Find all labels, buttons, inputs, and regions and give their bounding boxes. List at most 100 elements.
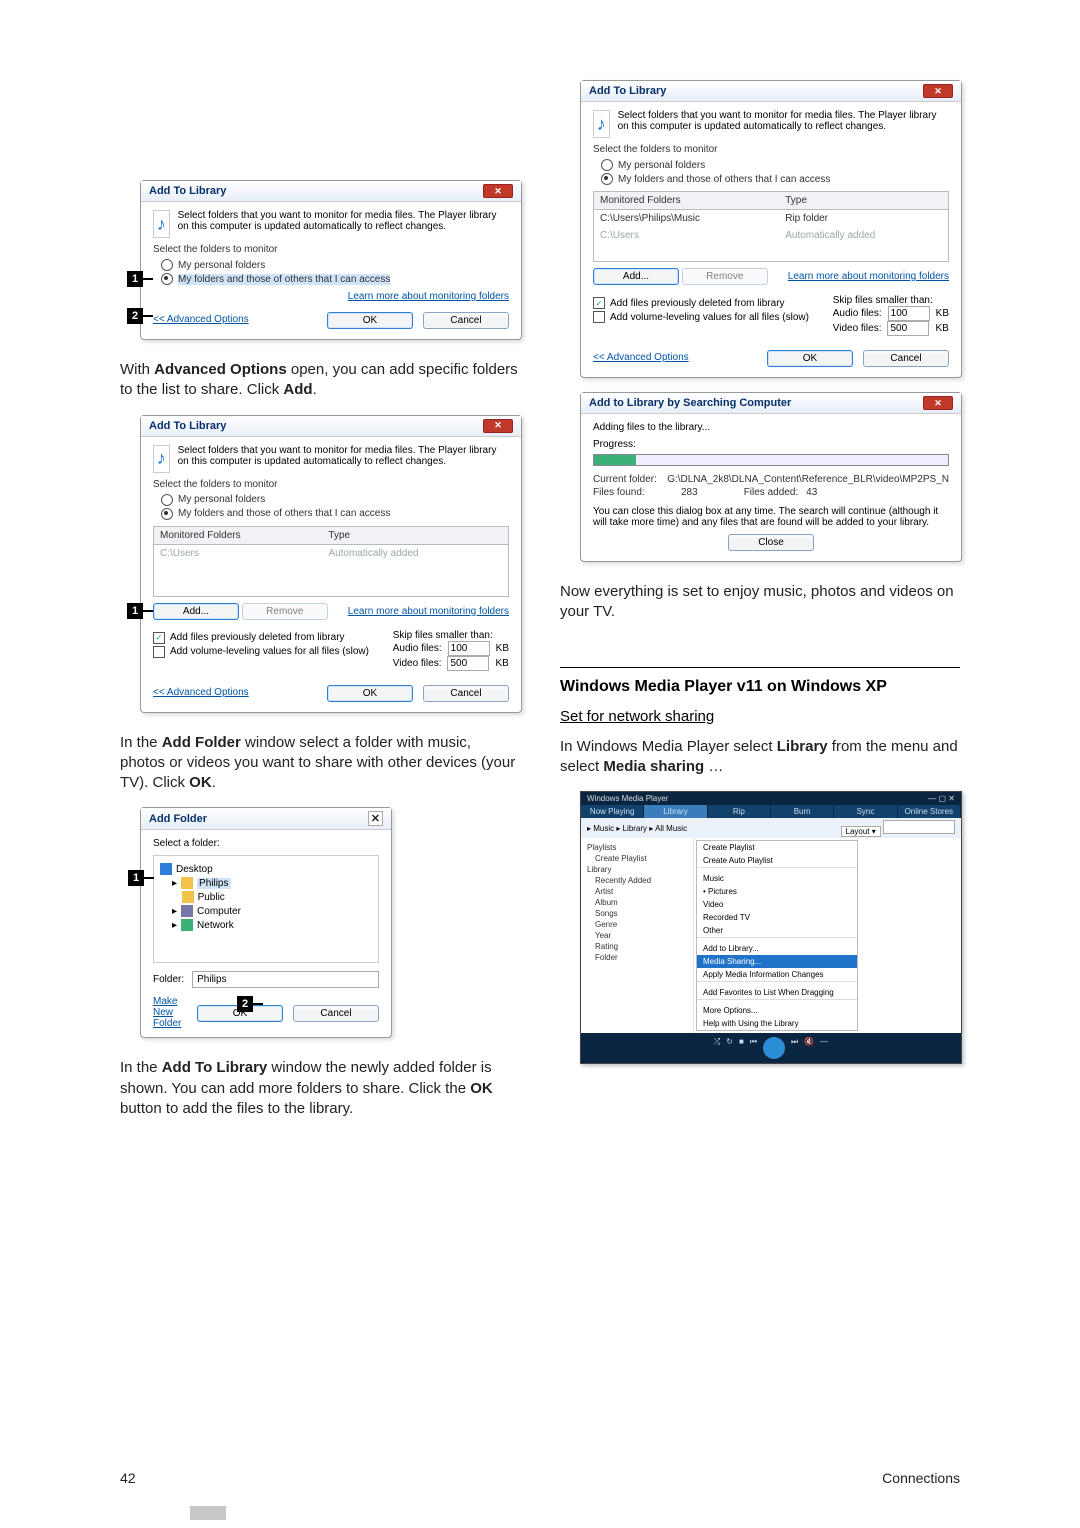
audio-threshold[interactable] — [888, 306, 930, 321]
cancel-button[interactable]: Cancel — [293, 1005, 379, 1022]
close-icon[interactable]: ✕ — [483, 184, 513, 198]
advanced-options-collapse[interactable]: << Advanced Options — [153, 687, 249, 698]
folder-input[interactable] — [192, 971, 379, 988]
files-found-value: 283 — [681, 487, 698, 498]
tab-burn[interactable]: Burn — [771, 805, 834, 818]
remove-button[interactable]: Remove — [242, 603, 328, 620]
checkbox-add-previous[interactable]: Add files previously deleted from librar… — [153, 632, 369, 644]
ok-button[interactable]: OK — [327, 685, 413, 702]
menu-pictures[interactable]: • Pictures — [697, 885, 857, 898]
tab-library[interactable]: Library — [644, 805, 707, 818]
wmp-playback-bar: ⤮ ↻ ■ ⏮ ⏭ 🔇 — — [581, 1033, 961, 1063]
radio-others[interactable]: My folders and those of others that I ca… — [601, 173, 949, 185]
add-button[interactable]: Add... — [593, 268, 679, 285]
video-threshold[interactable] — [887, 321, 929, 336]
menu-create-auto-playlist[interactable]: Create Auto Playlist — [697, 854, 857, 867]
radio-personal[interactable]: My personal folders — [161, 259, 509, 271]
make-new-folder-link[interactable]: Make New Folder — [153, 996, 197, 1029]
stop-icon[interactable]: ■ — [739, 1037, 744, 1059]
side-folder[interactable]: Folder — [595, 952, 687, 963]
dialog-add-folder: Add Folder ✕ Select a folder: 1 Desktop … — [140, 807, 392, 1038]
menu-add-to-library[interactable]: Add to Library... — [697, 942, 857, 955]
section-heading-wmp: Windows Media Player v11 on Windows XP — [560, 667, 960, 696]
volume-icon[interactable]: — — [820, 1037, 828, 1059]
tree-computer[interactable]: ▸ Computer — [172, 904, 372, 918]
side-genre[interactable]: Genre — [595, 919, 687, 930]
radio-personal[interactable]: My personal folders — [601, 159, 949, 171]
side-recent[interactable]: Recently Added — [595, 875, 687, 886]
tree-public[interactable]: Public — [172, 890, 372, 904]
close-icon[interactable]: ✕ — [368, 811, 383, 826]
advanced-options-expand[interactable]: << Advanced Options — [153, 314, 249, 325]
side-album[interactable]: Album — [595, 897, 687, 908]
radio-personal[interactable]: My personal folders — [161, 494, 509, 506]
dialog-intro-text: Select folders that you want to monitor … — [178, 210, 509, 238]
tab-sync[interactable]: Sync — [834, 805, 897, 818]
tree-philips[interactable]: ▸ Philips — [172, 876, 372, 890]
mute-icon[interactable]: 🔇 — [804, 1037, 814, 1059]
cancel-button[interactable]: Cancel — [423, 312, 509, 329]
side-library[interactable]: Library — [587, 864, 687, 875]
progress-label: Progress: — [593, 439, 949, 450]
subheading-network-sharing: Set for network sharing — [560, 708, 960, 725]
window-controls[interactable]: — ▢ ✕ — [928, 794, 955, 803]
learn-more-link[interactable]: Learn more about monitoring folders — [348, 606, 509, 617]
side-playlists[interactable]: Playlists — [587, 842, 687, 853]
checkbox-volume-leveling[interactable]: Add volume-leveling values for all files… — [153, 646, 369, 658]
caption-advanced-options: With Advanced Options open, you can add … — [120, 360, 520, 401]
tree-desktop[interactable]: Desktop — [160, 862, 372, 876]
ok-button[interactable]: OK — [327, 312, 413, 329]
menu-more-options[interactable]: More Options... — [697, 1004, 857, 1017]
ok-button[interactable]: OK — [767, 350, 853, 367]
tab-rip[interactable]: Rip — [708, 805, 771, 818]
cancel-button[interactable]: Cancel — [423, 685, 509, 702]
tab-now-playing[interactable]: Now Playing — [581, 805, 644, 818]
wmp-breadcrumb[interactable]: ▸ Music ▸ Library ▸ All Music — [587, 824, 687, 833]
menu-recorded-tv[interactable]: Recorded TV — [697, 911, 857, 924]
menu-create-playlist[interactable]: Create Playlist — [697, 841, 857, 854]
menu-help[interactable]: Help with Using the Library — [697, 1017, 857, 1030]
prev-icon[interactable]: ⏮ — [750, 1037, 757, 1059]
menu-apply-media-info[interactable]: Apply Media Information Changes — [697, 968, 857, 981]
add-button[interactable]: Add... — [153, 603, 239, 620]
audio-threshold[interactable] — [448, 641, 490, 656]
remove-button[interactable]: Remove — [682, 268, 768, 285]
checkbox-volume-leveling[interactable]: Add volume-leveling values for all files… — [593, 311, 809, 323]
side-artist[interactable]: Artist — [595, 886, 687, 897]
repeat-icon[interactable]: ↻ — [726, 1037, 733, 1059]
step-marker-2: 2 — [237, 996, 253, 1012]
menu-media-sharing[interactable]: Media Sharing... — [697, 955, 857, 968]
cancel-button[interactable]: Cancel — [863, 350, 949, 367]
tab-online-stores[interactable]: Online Stores — [898, 805, 961, 818]
menu-video[interactable]: Video — [697, 898, 857, 911]
wmp-search[interactable] — [883, 820, 955, 834]
checkbox-add-previous[interactable]: Add files previously deleted from librar… — [593, 297, 809, 309]
menu-add-favorites[interactable]: Add Favorites to List When Dragging — [697, 986, 857, 999]
play-button[interactable] — [763, 1037, 785, 1059]
side-create-playlist[interactable]: Create Playlist — [595, 853, 687, 864]
learn-more-link[interactable]: Learn more about monitoring folders — [153, 291, 509, 302]
close-button[interactable]: Close — [728, 534, 814, 551]
current-folder-label: Current folder: — [593, 474, 659, 485]
side-year[interactable]: Year — [595, 930, 687, 941]
learn-more-link[interactable]: Learn more about monitoring folders — [788, 271, 949, 282]
next-icon[interactable]: ⏭ — [791, 1037, 798, 1059]
radio-others[interactable]: My folders and those of others that I ca… — [161, 508, 509, 520]
advanced-options-collapse[interactable]: << Advanced Options — [593, 352, 689, 363]
caption-newly-added: In the Add To Library window the newly a… — [120, 1058, 520, 1119]
caption-enjoy: Now everything is set to enjoy music, ph… — [560, 582, 960, 623]
wmp-title: Windows Media Player — [587, 794, 668, 803]
close-icon[interactable]: ✕ — [923, 84, 953, 98]
side-rating[interactable]: Rating — [595, 941, 687, 952]
close-icon[interactable]: ✕ — [483, 419, 513, 433]
close-icon[interactable]: ✕ — [923, 396, 953, 410]
tree-network[interactable]: ▸ Network — [172, 918, 372, 932]
wmp-layout-btn[interactable]: Layout ▾ — [841, 826, 881, 837]
shuffle-icon[interactable]: ⤮ — [714, 1037, 720, 1059]
dialog-title: Add To Library — [589, 85, 666, 97]
side-songs[interactable]: Songs — [595, 908, 687, 919]
video-threshold[interactable] — [447, 656, 489, 671]
menu-other[interactable]: Other — [697, 924, 857, 937]
radio-others[interactable]: My folders and those of others that I ca… — [161, 273, 509, 285]
menu-music[interactable]: Music — [697, 872, 857, 885]
